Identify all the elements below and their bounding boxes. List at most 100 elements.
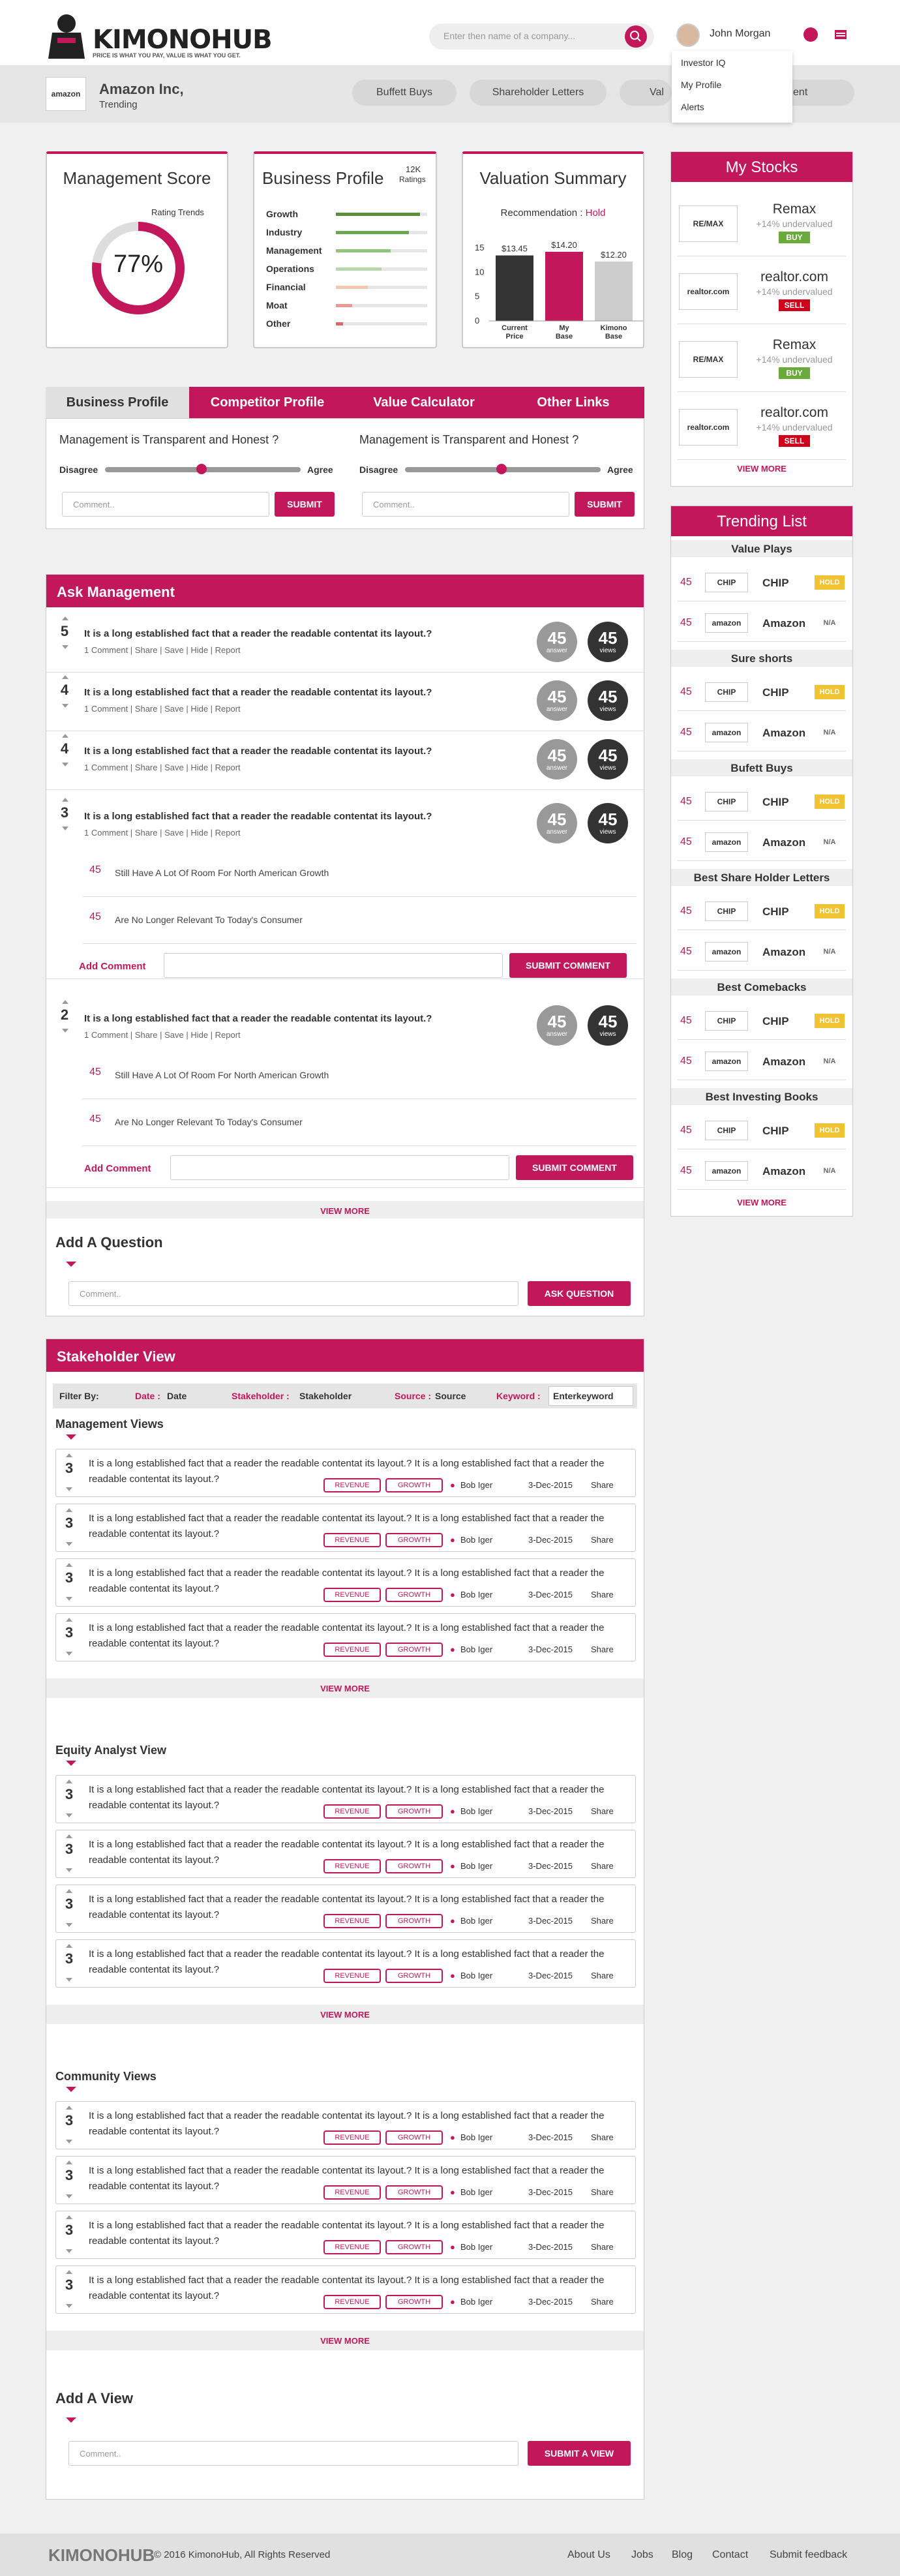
downvote-icon[interactable] <box>66 2304 72 2308</box>
stock-item[interactable]: RE/MAX Remax +14% undervalued BUY <box>678 191 846 256</box>
view-more-link[interactable]: VIEW MORE <box>46 1678 644 1698</box>
revenue-tag[interactable]: REVENUE <box>323 2240 381 2254</box>
upvote-icon[interactable] <box>66 1944 72 1948</box>
trending-item[interactable]: 45 CHIP CHIP HOLD <box>678 562 846 601</box>
growth-tag[interactable]: GROWTH <box>385 2185 443 2200</box>
growth-tag[interactable]: GROWTH <box>385 1643 443 1657</box>
tab-business-profile[interactable]: Business Profile <box>46 387 189 418</box>
question-actions[interactable]: 1 Comment | Share | Save | Hide | Report <box>84 645 241 655</box>
share-link[interactable]: Share <box>591 1971 614 1980</box>
downvote-icon[interactable] <box>62 704 68 708</box>
view-more-link[interactable]: VIEW MORE <box>46 2005 644 2024</box>
revenue-tag[interactable]: REVENUE <box>323 1478 381 1493</box>
comment-input[interactable]: Comment.. <box>362 492 569 517</box>
growth-tag[interactable]: GROWTH <box>385 2130 443 2145</box>
revenue-tag[interactable]: REVENUE <box>323 2130 381 2145</box>
submit-comment-button[interactable]: SUBMIT COMMENT <box>509 953 627 978</box>
growth-tag[interactable]: GROWTH <box>385 1533 443 1547</box>
downvote-icon[interactable] <box>66 1813 72 1817</box>
comment-input[interactable]: Comment.. <box>62 492 269 517</box>
menu-item-profile[interactable]: My Profile <box>681 80 721 90</box>
trending-item[interactable]: 45 CHIP CHIP HOLD <box>678 891 846 930</box>
share-link[interactable]: Share <box>591 1535 614 1545</box>
filter-stake-select[interactable]: Stakeholder <box>299 1391 352 1401</box>
answers-count[interactable]: 45 answer <box>537 739 577 780</box>
downvote-icon[interactable] <box>62 1029 68 1033</box>
upvote-icon[interactable] <box>66 1780 72 1783</box>
view-author[interactable]: Bob Iger <box>460 1590 492 1599</box>
downvote-icon[interactable] <box>66 1597 72 1601</box>
trending-item[interactable]: 45 amazon Amazon N/A <box>678 822 846 861</box>
question-text[interactable]: It is a long established fact that a rea… <box>84 687 432 698</box>
stock-item[interactable]: realtor.com realtor.com +14% undervalued SE… <box>678 259 846 324</box>
pill-shareholder-letters[interactable]: Shareholder Letters <box>470 80 607 106</box>
growth-tag[interactable]: GROWTH <box>385 1588 443 1602</box>
upvote-icon[interactable] <box>66 1563 72 1567</box>
trending-view-more[interactable]: VIEW MORE <box>671 1198 852 1207</box>
downvote-icon[interactable] <box>66 2249 72 2253</box>
search-input[interactable]: Enter then name of a company... <box>443 31 575 41</box>
growth-tag[interactable]: GROWTH <box>385 1478 443 1493</box>
revenue-tag[interactable]: REVENUE <box>323 1588 381 1602</box>
question-actions[interactable]: 1 Comment | Share | Save | Hide | Report <box>84 1030 241 1040</box>
upvote-icon[interactable] <box>62 616 68 620</box>
revenue-tag[interactable]: REVENUE <box>323 1533 381 1547</box>
share-link[interactable]: Share <box>591 1644 614 1654</box>
footer-jobs[interactable]: Jobs <box>631 2549 653 2561</box>
stock-item[interactable]: realtor.com realtor.com +14% undervalued SE… <box>678 395 846 460</box>
growth-tag[interactable]: GROWTH <box>385 1914 443 1928</box>
growth-tag[interactable]: GROWTH <box>385 1969 443 1983</box>
revenue-tag[interactable]: REVENUE <box>323 2295 381 2309</box>
downvote-icon[interactable] <box>66 1978 72 1982</box>
downvote-icon[interactable] <box>66 1652 72 1656</box>
question-text[interactable]: It is a long established fact that a rea… <box>84 628 432 639</box>
revenue-tag[interactable]: REVENUE <box>323 1969 381 1983</box>
upvote-icon[interactable] <box>66 2106 72 2110</box>
view-author[interactable]: Bob Iger <box>460 2187 492 2197</box>
share-link[interactable]: Share <box>591 2242 614 2252</box>
view-author[interactable]: Bob Iger <box>460 1971 492 1980</box>
site-logo[interactable]: KIMONOHUB PRICE IS WHAT YOU PAY, VALUE I… <box>46 13 273 60</box>
submit-button[interactable]: SUBMIT <box>275 492 335 517</box>
revenue-tag[interactable]: REVENUE <box>323 1804 381 1819</box>
downvote-icon[interactable] <box>66 1923 72 1927</box>
share-link[interactable]: Share <box>591 2132 614 2142</box>
answers-count[interactable]: 45 answer <box>537 1005 577 1046</box>
slider-thumb[interactable] <box>196 464 207 474</box>
upvote-icon[interactable] <box>66 1618 72 1622</box>
revenue-tag[interactable]: REVENUE <box>323 2185 381 2200</box>
downvote-icon[interactable] <box>66 1542 72 1546</box>
comment-input[interactable] <box>164 953 503 978</box>
tab-competitor-profile[interactable]: Competitor Profile <box>189 387 346 418</box>
growth-tag[interactable]: GROWTH <box>385 1804 443 1819</box>
view-author[interactable]: Bob Iger <box>460 1806 492 1816</box>
upvote-icon[interactable] <box>66 1834 72 1838</box>
tab-value-calculator[interactable]: Value Calculator <box>346 387 502 418</box>
share-link[interactable]: Share <box>591 1590 614 1599</box>
upvote-icon[interactable] <box>62 734 68 738</box>
upvote-icon[interactable] <box>62 1000 68 1004</box>
share-link[interactable]: Share <box>591 2187 614 2197</box>
footer-about[interactable]: About Us <box>567 2549 610 2561</box>
question-actions[interactable]: 1 Comment | Share | Save | Hide | Report <box>84 763 241 772</box>
tab-other-links[interactable]: Other Links <box>502 387 644 418</box>
question-actions[interactable]: 1 Comment | Share | Save | Hide | Report <box>84 828 241 838</box>
company-search[interactable]: Enter then name of a company... <box>429 23 654 50</box>
question-text[interactable]: It is a long established fact that a rea… <box>84 1013 432 1024</box>
upvote-icon[interactable] <box>66 1453 72 1457</box>
share-link[interactable]: Share <box>591 1806 614 1816</box>
submit-button[interactable]: SUBMIT <box>575 492 635 517</box>
submit-view-button[interactable]: SUBMIT A VIEW <box>528 2441 631 2466</box>
trending-item[interactable]: 45 CHIP CHIP HOLD <box>678 1001 846 1040</box>
answers-count[interactable]: 45 answer <box>537 680 577 721</box>
slider-thumb[interactable] <box>496 464 507 474</box>
upvote-icon[interactable] <box>66 1889 72 1893</box>
question-text[interactable]: It is a long established fact that a rea… <box>84 811 432 822</box>
ask-view-more[interactable]: VIEW MORE <box>46 1201 644 1220</box>
share-link[interactable]: Share <box>591 1480 614 1490</box>
view-more-link[interactable]: VIEW MORE <box>46 2331 644 2350</box>
footer-feedback[interactable]: Submit feedback <box>770 2549 847 2561</box>
view-author[interactable]: Bob Iger <box>460 2297 492 2307</box>
trending-item[interactable]: 45 amazon Amazon N/A <box>678 1041 846 1080</box>
submit-comment-button[interactable]: SUBMIT COMMENT <box>516 1155 633 1180</box>
